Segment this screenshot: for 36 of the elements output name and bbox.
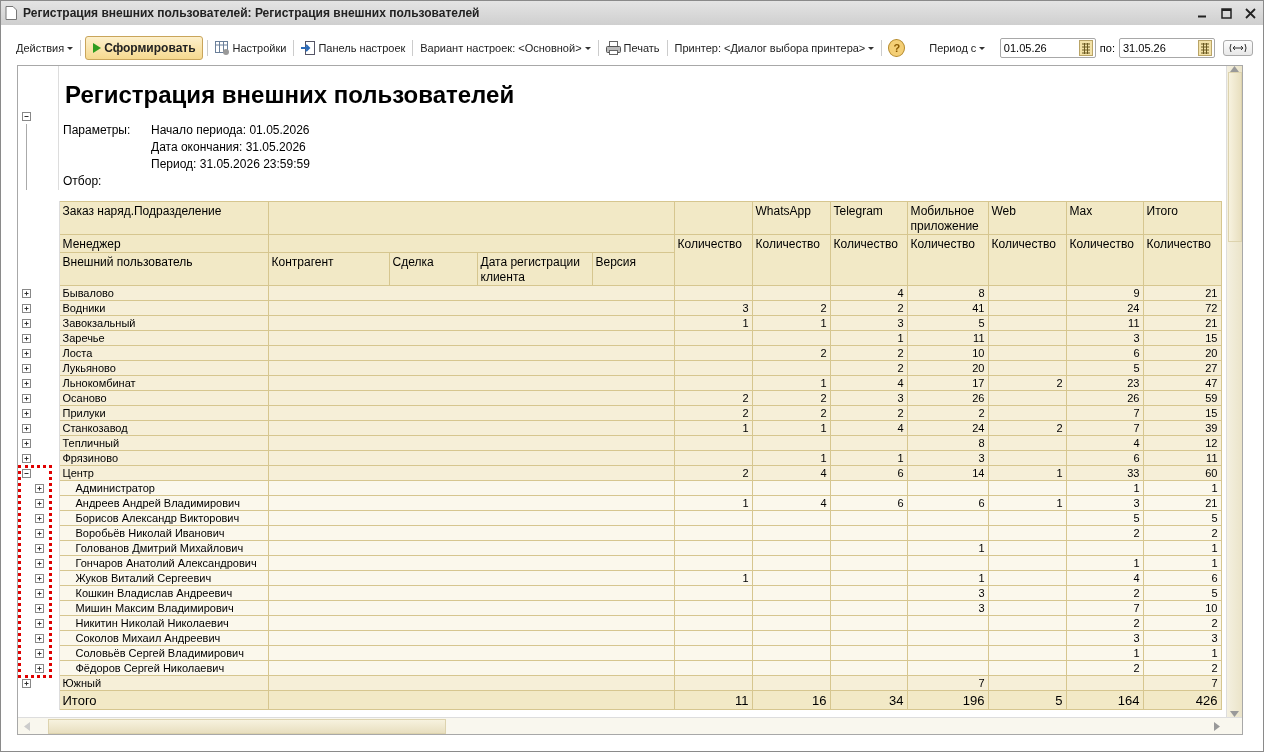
dropdown-button[interactable]: Принтер: <Диалог выбора принтера> [671,37,878,59]
panel-button[interactable]: Панель настроек [298,37,409,59]
period-dropdown[interactable]: Период с [926,37,989,59]
parameters-label: Параметры: [63,122,132,139]
window-title: Регистрация внешних пользователей: Регистрация внешних пользователей [23,5,480,22]
column-header: Количество [1066,234,1143,286]
column-header: Количество [907,234,988,286]
parameter-text: Период: 31.05.2026 23:59:59 [151,156,311,173]
column-header: Max [1066,201,1143,235]
column-header: Контрагент [268,252,389,286]
column-header: Количество [1143,234,1221,286]
settings-button[interactable]: Настройки [211,37,290,59]
generate-button[interactable]: Сформировать [85,36,203,60]
report-title: Регистрация внешних пользователей [64,80,515,110]
filter-label: Отбор: [63,173,103,190]
column-header: Версия [592,252,674,286]
parameter-text: Дата окончания: 31.05.2026 [151,139,307,156]
column-header: Количество [752,234,830,286]
column-header: Заказ наряд.Подразделение [59,201,268,235]
column-header: Количество [830,234,907,286]
column-header: Telegram [830,201,907,235]
column-header: Внешний пользователь [59,252,268,286]
column-header: Web [988,201,1066,235]
parameter-text: Начало периода: 01.05.2026 [151,122,311,139]
column-header: WhatsApp [752,201,830,235]
column-header: Итого [1143,201,1221,235]
column-header: Мобильное приложение [907,201,988,235]
dropdown-button[interactable]: Действия [13,37,77,59]
column-header: Количество [674,234,752,286]
dropdown-button[interactable]: Вариант настроек: <Основной> [417,37,594,59]
column-header: Дата регистрации клиента [477,252,592,286]
help-button[interactable]: ? [888,39,906,57]
column-header: Сделка [389,252,477,286]
print-button[interactable]: Печать [602,37,663,59]
column-header: Количество [988,234,1066,286]
to-label: по: [1099,40,1115,56]
